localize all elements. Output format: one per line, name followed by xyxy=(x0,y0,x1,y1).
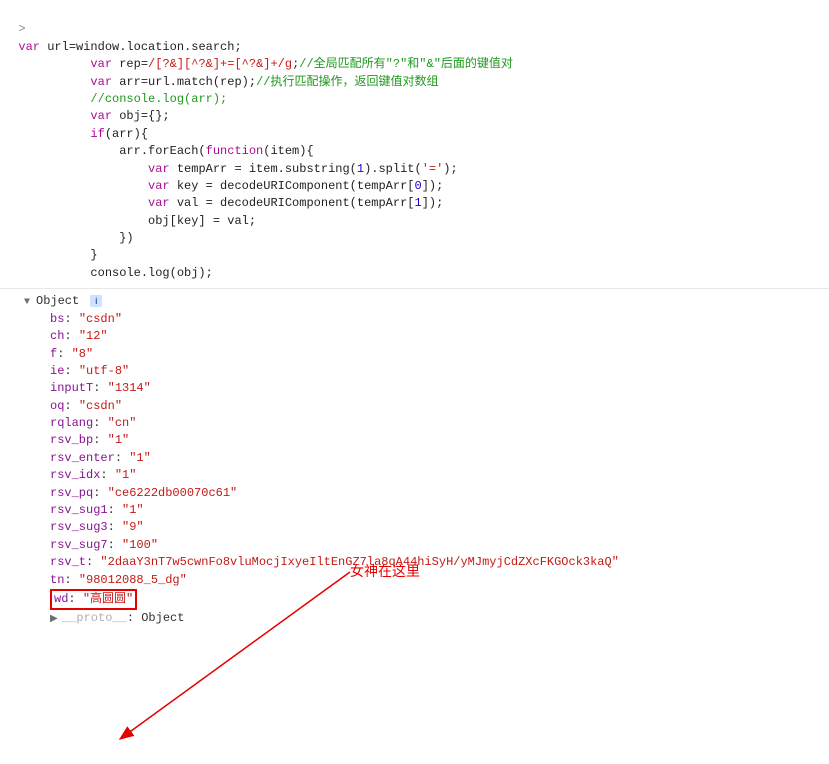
object-property-key: wd xyxy=(54,592,68,606)
object-proto-row[interactable]: ▶__proto__: Object xyxy=(24,610,825,628)
object-property-row[interactable]: ch: "12" xyxy=(24,328,825,345)
object-property-row[interactable]: rsv_bp: "1" xyxy=(24,432,825,449)
object-property-value: "12" xyxy=(79,329,108,343)
object-properties-list: bs: "csdn"ch: "12"f: "8"ie: "utf-8"input… xyxy=(24,311,825,589)
object-property-key: rsv_t xyxy=(50,555,86,569)
object-property-key: rsv_sug7 xyxy=(50,538,108,552)
object-property-key: rsv_bp xyxy=(50,433,93,447)
object-property-value: "高圆圆" xyxy=(83,592,133,606)
proto-key: __proto__ xyxy=(62,611,127,625)
console-prompt: > xyxy=(18,21,30,38)
object-property-key: rsv_sug3 xyxy=(50,520,108,534)
object-property-key: inputT xyxy=(50,381,93,395)
object-property-row[interactable]: rsv_sug3: "9" xyxy=(24,519,825,536)
object-property-value: "1" xyxy=(115,468,137,482)
object-property-value: "ce6222db00070c61" xyxy=(108,486,238,500)
object-property-value: "cn" xyxy=(108,416,137,430)
object-property-row[interactable]: rsv_sug7: "100" xyxy=(24,537,825,554)
object-property-value: "98012088_5_dg" xyxy=(79,573,187,587)
object-property-value: "8" xyxy=(72,347,94,361)
expand-triangle-icon[interactable]: ▶ xyxy=(50,613,60,628)
object-property-key: rqlang xyxy=(50,416,93,430)
object-property-row[interactable]: rsv_idx: "1" xyxy=(24,467,825,484)
object-label: Object xyxy=(36,294,79,308)
object-property-value: "1" xyxy=(129,451,151,465)
console-input-block: > var url=window.location.search; var re… xyxy=(0,0,829,289)
object-property-value: "csdn" xyxy=(79,312,122,326)
object-property-key: rsv_sug1 xyxy=(50,503,108,517)
object-property-key: rsv_pq xyxy=(50,486,93,500)
object-property-row[interactable]: rsv_sug1: "1" xyxy=(24,502,825,519)
object-property-key: tn xyxy=(50,573,64,587)
object-property-value: "1" xyxy=(108,433,130,447)
object-property-row[interactable]: bs: "csdn" xyxy=(24,311,825,328)
info-icon[interactable]: i xyxy=(90,295,102,307)
object-property-value: "1" xyxy=(122,503,144,517)
highlight-box: wd: "高圆圆" xyxy=(50,589,137,610)
object-property-key: ch xyxy=(50,329,64,343)
proto-value: Object xyxy=(141,611,184,625)
object-property-row-highlighted[interactable]: wd: "高圆圆" xyxy=(24,589,825,610)
object-property-key: rsv_idx xyxy=(50,468,100,482)
object-property-key: oq xyxy=(50,399,64,413)
object-property-key: rsv_enter xyxy=(50,451,115,465)
object-property-value: "utf-8" xyxy=(79,364,129,378)
object-property-row[interactable]: inputT: "1314" xyxy=(24,380,825,397)
object-property-row[interactable]: rsv_t: "2daaY3nT7w5cwnFo8vluMocjIxyeIltE… xyxy=(24,554,825,571)
console-output-object[interactable]: ▼Object i bs: "csdn"ch: "12"f: "8"ie: "u… xyxy=(0,289,829,638)
object-property-row[interactable]: tn: "98012088_5_dg" xyxy=(24,572,825,589)
object-property-value: "9" xyxy=(122,520,144,534)
object-property-row[interactable]: f: "8" xyxy=(24,346,825,363)
object-property-row[interactable]: rqlang: "cn" xyxy=(24,415,825,432)
object-property-row[interactable]: ie: "utf-8" xyxy=(24,363,825,380)
object-property-key: bs xyxy=(50,312,64,326)
object-property-value: "100" xyxy=(122,538,158,552)
object-property-row[interactable]: rsv_enter: "1" xyxy=(24,450,825,467)
expand-triangle-icon[interactable]: ▼ xyxy=(24,296,34,311)
object-property-value: "1314" xyxy=(108,381,151,395)
code-source[interactable]: var url=window.location.search; var rep=… xyxy=(18,39,513,282)
object-property-row[interactable]: rsv_pq: "ce6222db00070c61" xyxy=(24,485,825,502)
object-property-row[interactable]: oq: "csdn" xyxy=(24,398,825,415)
object-property-key: ie xyxy=(50,364,64,378)
object-header-row[interactable]: ▼Object i xyxy=(24,293,825,311)
annotation-text: 女神在这里 xyxy=(350,561,420,581)
object-property-value: "csdn" xyxy=(79,399,122,413)
